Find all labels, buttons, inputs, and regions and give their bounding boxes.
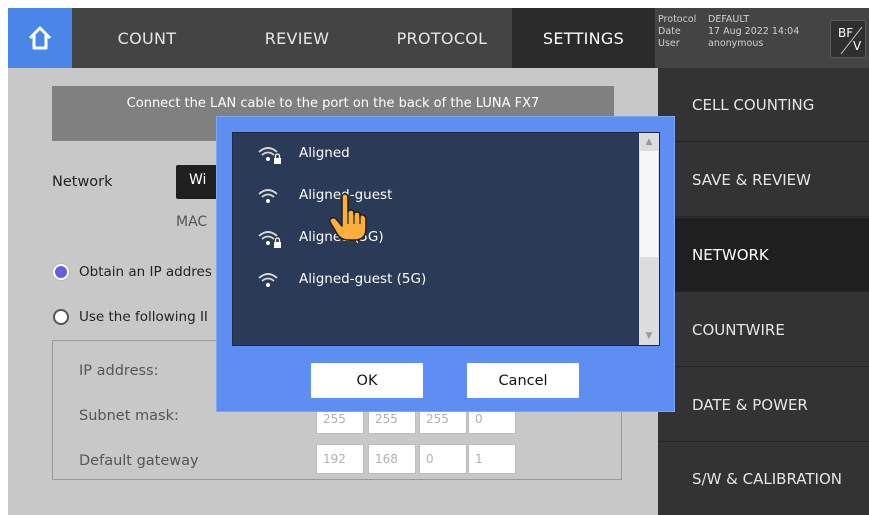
sidebar-item-date-power[interactable]: DATE & POWER	[658, 368, 869, 442]
default-gateway-label: Default gateway	[79, 453, 199, 469]
wifi-item-aligned-guest[interactable]: Aligned-guest	[233, 175, 638, 217]
tab-protocol[interactable]: PROTOCOL	[372, 8, 512, 68]
user-value: anonymous	[708, 38, 764, 49]
status-info: Protocol DEFAULT Date 17 Aug 2022 14:04 Us…	[658, 14, 799, 50]
gateway-octet-4[interactable]: 1	[468, 444, 516, 474]
protocol-value: DEFAULT	[708, 14, 750, 25]
obtain-ip-radio[interactable]	[53, 264, 69, 280]
tab-review[interactable]: REVIEW	[222, 8, 372, 68]
mac-label: MAC	[176, 214, 208, 230]
wifi-item-name: Aligned	[299, 145, 350, 161]
date-key: Date	[658, 26, 681, 37]
sidebar-item-label: S/W & CALIBRATION	[692, 470, 842, 488]
top-bar: COUNT REVIEW PROTOCOL SETTINGS Protocol D…	[8, 8, 869, 68]
sidebar-item-countwire[interactable]: COUNTWIRE	[658, 293, 869, 367]
sidebar-item-label: CELL COUNTING	[692, 95, 815, 114]
ip-address-label: IP address:	[79, 363, 159, 379]
ok-button[interactable]: OK	[311, 363, 423, 398]
wifi-network-list[interactable]: Aligned Aligned-guest Aligned (5G)	[232, 132, 660, 346]
gateway-octet-2[interactable]: 168	[368, 444, 416, 474]
scroll-up-arrow-icon[interactable]: ▲	[639, 133, 659, 151]
scrollbar-thumb[interactable]	[640, 151, 658, 257]
date-value: 17 Aug 2022 14:04	[708, 26, 800, 37]
sidebar-item-sw-calibration[interactable]: S/W & CALIBRATION	[658, 443, 869, 515]
settings-sidebar: CELL COUNTING SAVE & REVIEW NETWORK COUN…	[658, 68, 869, 515]
network-label: Network	[52, 174, 113, 190]
wifi-locked-icon	[258, 231, 281, 248]
scroll-down-arrow-icon[interactable]: ▼	[639, 327, 659, 345]
sidebar-item-label: SAVE & REVIEW	[692, 170, 811, 189]
sidebar-item-network[interactable]: NETWORK	[658, 218, 869, 292]
cancel-button[interactable]: Cancel	[467, 363, 579, 398]
wifi-list-scrollbar[interactable]: ▲ ▼	[639, 133, 659, 345]
mode-bf-label: BF	[838, 26, 854, 40]
wifi-item-aligned[interactable]: Aligned	[233, 133, 638, 175]
wifi-item-aligned-guest-5g[interactable]: Aligned-guest (5G)	[233, 259, 638, 301]
mode-toggle-button[interactable]: BF V	[830, 20, 866, 58]
use-following-ip-label: Use the following II	[79, 309, 208, 325]
wifi-item-name: Aligned-guest (5G)	[299, 271, 427, 287]
sidebar-item-cell-counting[interactable]: CELL COUNTING	[658, 68, 869, 142]
home-button[interactable]	[8, 8, 72, 68]
home-icon	[28, 26, 52, 50]
pointer-hand-icon	[328, 193, 367, 241]
gateway-octet-1[interactable]: 192	[316, 444, 364, 474]
obtain-ip-label: Obtain an IP addres	[79, 264, 212, 280]
use-following-ip-radio[interactable]	[53, 309, 69, 325]
user-key: User	[658, 38, 680, 49]
tab-settings[interactable]: SETTINGS	[512, 8, 655, 68]
gateway-octet-3[interactable]: 0	[419, 444, 467, 474]
wifi-icon	[258, 189, 278, 203]
wifi-icon	[258, 273, 278, 287]
wifi-select-dialog: Aligned Aligned-guest Aligned (5G)	[216, 116, 675, 412]
mode-v-label: V	[853, 39, 862, 53]
subnet-mask-label: Subnet mask:	[79, 408, 179, 424]
tab-count[interactable]: COUNT	[72, 8, 222, 68]
sidebar-item-label: DATE & POWER	[692, 395, 808, 414]
banner-line-1: Connect the LAN cable to the port on the…	[126, 96, 540, 111]
wifi-locked-icon	[258, 147, 281, 164]
protocol-key: Protocol	[658, 14, 697, 25]
sidebar-item-label: NETWORK	[692, 245, 769, 264]
wifi-item-aligned-5g[interactable]: Aligned (5G)	[233, 217, 638, 259]
sidebar-item-label: COUNTWIRE	[692, 320, 785, 339]
sidebar-item-save-review[interactable]: SAVE & REVIEW	[658, 143, 869, 217]
